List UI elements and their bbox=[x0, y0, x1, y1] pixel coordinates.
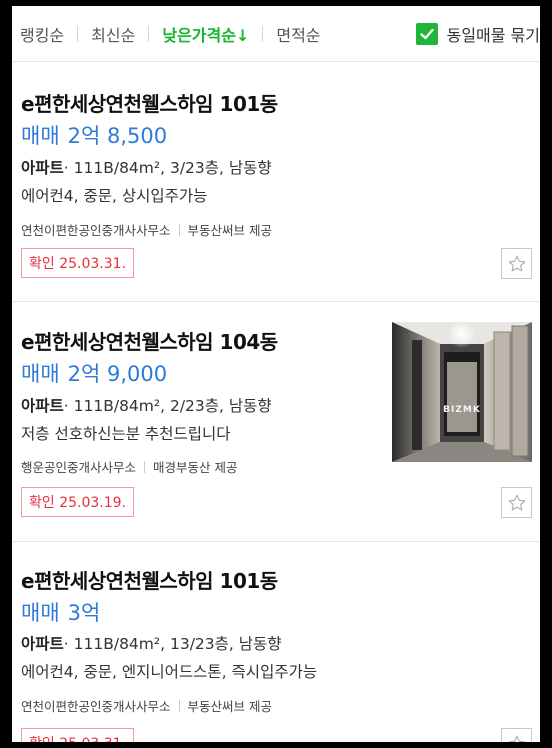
divider bbox=[178, 699, 180, 712]
group-label: 동일매물 묶기 bbox=[446, 25, 540, 45]
sort-bar: 랭킹순 최신순 낮은가격순↓ 면적순 동일매물 묶기 bbox=[12, 6, 540, 62]
property-type: 아파트 bbox=[21, 397, 64, 415]
star-icon bbox=[508, 494, 525, 510]
listing-title[interactable]: e편한세상연천웰스하임 101동 bbox=[21, 565, 278, 594]
checkmark-icon bbox=[419, 28, 434, 39]
hallway-photo bbox=[392, 322, 532, 462]
listing-spec: 아파트· 111B/84m², 2/23층, 남동향 bbox=[21, 394, 272, 416]
provider: 매경부동산 제공 bbox=[153, 460, 238, 475]
listing-item[interactable]: e편한세상연천웰스하임 101동 매매 2억 8,500 아파트· 111B/84… bbox=[12, 62, 540, 302]
agency-name[interactable]: 연천이편한공인중개사사무소 bbox=[21, 220, 171, 239]
listing-item[interactable]: e편한세상연천웰스하임 101동 매매 3억 아파트· 111B/84m², 13… bbox=[12, 542, 540, 742]
listing-spec: 아파트· 111B/84m², 13/23층, 남동향 bbox=[21, 632, 282, 654]
photo-watermark: BIZMK bbox=[443, 405, 481, 415]
listing-description: 저층 선호하신는분 추천드립니다 bbox=[21, 425, 231, 443]
provider: 부동산써브 제공 bbox=[187, 699, 272, 714]
price-type: 매매 bbox=[21, 124, 60, 148]
confirm-date-badge: 확인 25.03.31. bbox=[21, 248, 135, 278]
confirm-date-badge: 확인 25.03.31. bbox=[21, 728, 135, 742]
sort-latest[interactable]: 최신순 bbox=[91, 22, 135, 46]
price-value: 3억 bbox=[67, 601, 101, 625]
divider bbox=[77, 25, 79, 42]
listing-description: 에어컨4, 중문, 상시입주가능 bbox=[21, 187, 208, 205]
price-value: 2억 8,500 bbox=[67, 124, 168, 148]
price-type: 매매 bbox=[21, 601, 60, 625]
agency-info: 연천이편한공인중개사사무소 부동산써브 제공 bbox=[21, 696, 272, 715]
agency-name[interactable]: 연천이편한공인중개사사무소 bbox=[21, 696, 171, 715]
property-type: 아파트 bbox=[21, 159, 64, 177]
listing-price: 매매 3억 bbox=[21, 597, 100, 627]
agency-info: 행운공인중개사사무소 매경부동산 제공 bbox=[21, 457, 238, 476]
spec-details: · 111B/84m², 3/23층, 남동향 bbox=[63, 159, 272, 177]
listing-title[interactable]: e편한세상연천웰스하임 101동 bbox=[21, 88, 278, 117]
listing-spec: 아파트· 111B/84m², 3/23층, 남동향 bbox=[21, 156, 272, 178]
sort-ranking[interactable]: 랭킹순 bbox=[20, 22, 64, 46]
agency-info: 연천이편한공인중개사사무소 부동산써브 제공 bbox=[21, 220, 272, 239]
listing-photo[interactable]: BIZMK bbox=[392, 322, 532, 462]
listing-price: 매매 2억 9,000 bbox=[21, 358, 167, 388]
sort-area[interactable]: 면적순 bbox=[276, 22, 320, 46]
property-type: 아파트 bbox=[21, 635, 64, 653]
star-icon bbox=[508, 735, 525, 742]
divider bbox=[144, 460, 146, 473]
listing-panel: 랭킹순 최신순 낮은가격순↓ 면적순 동일매물 묶기 e편한세상연천웰스하임 1… bbox=[12, 6, 540, 742]
listing-description: 에어컨4, 중문, 엔지니어드스톤, 즉시입주가능 bbox=[21, 663, 318, 681]
divider bbox=[148, 25, 150, 42]
spec-details: · 111B/84m², 13/23층, 남동향 bbox=[63, 635, 282, 653]
divider bbox=[262, 25, 264, 42]
favorite-button[interactable] bbox=[501, 728, 532, 742]
listing-price: 매매 2억 8,500 bbox=[21, 120, 167, 150]
favorite-button[interactable] bbox=[501, 487, 532, 518]
sort-low-price[interactable]: 낮은가격순↓ bbox=[162, 22, 249, 46]
listing-item[interactable]: e편한세상연천웰스하임 104동 매매 2억 9,000 아파트· 111B/84… bbox=[12, 302, 540, 542]
price-type: 매매 bbox=[21, 362, 60, 386]
group-checkbox[interactable] bbox=[415, 22, 438, 45]
spec-details: · 111B/84m², 2/23층, 남동향 bbox=[63, 397, 272, 415]
star-icon bbox=[508, 255, 525, 271]
provider: 부동산써브 제공 bbox=[187, 223, 272, 238]
group-same-listings-toggle[interactable]: 동일매물 묶기 bbox=[415, 22, 540, 46]
price-value: 2억 9,000 bbox=[67, 362, 168, 386]
divider bbox=[178, 223, 180, 236]
favorite-button[interactable] bbox=[501, 248, 532, 279]
agency-name[interactable]: 행운공인중개사사무소 bbox=[21, 457, 136, 476]
listing-title[interactable]: e편한세상연천웰스하임 104동 bbox=[21, 326, 278, 355]
confirm-date-badge: 확인 25.03.19. bbox=[21, 487, 135, 517]
